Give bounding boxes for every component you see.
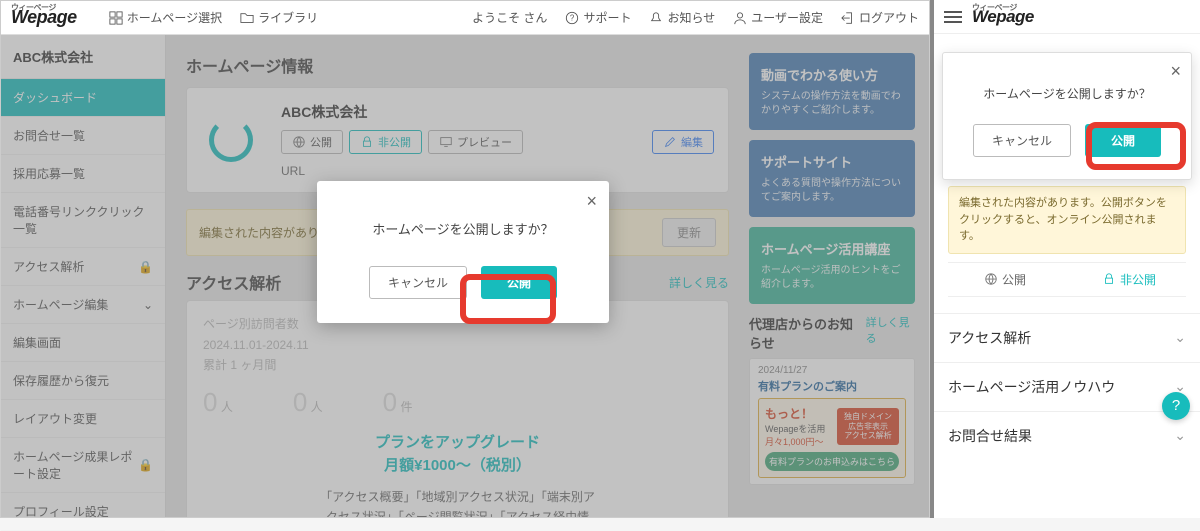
modal-close-button-mobile[interactable]: × <box>1170 61 1181 82</box>
logout-icon <box>841 11 855 25</box>
grid-icon <box>109 11 123 25</box>
chevron-down-icon: ⌄ <box>1174 329 1186 346</box>
status-public-mobile[interactable]: 公開 <box>948 271 1062 288</box>
svg-text:?: ? <box>570 13 575 22</box>
modal-publish-button[interactable]: 公開 <box>481 266 557 299</box>
bell-icon <box>649 11 663 25</box>
welcome-text: ようこそ さん <box>472 9 547 26</box>
modal-message-mobile: ホームページを公開しますか？ <box>957 85 1177 102</box>
mobile-app: ウィーページ Wepage テスト 公開ページ数- ⟳ 更新 編集された内容があ… <box>930 0 1200 518</box>
nav-homepage-select[interactable]: ホームページ選択 <box>109 9 222 26</box>
hamburger-menu-button[interactable] <box>944 11 962 23</box>
nav-user-settings[interactable]: ユーザー設定 <box>733 9 823 26</box>
mobile-top-bar: ウィーページ Wepage <box>934 0 1200 34</box>
modal-cancel-button[interactable]: キャンセル <box>369 266 467 299</box>
desktop-app: ウィーページ Wepage ホームページ選択 ライブラリ ようこそ さん ? サ… <box>0 0 930 518</box>
desktop-top-bar: ウィーページ Wepage ホームページ選択 ライブラリ ようこそ さん ? サ… <box>1 1 929 35</box>
modal-message: ホームページを公開しますか？ <box>337 219 589 238</box>
nav-library[interactable]: ライブラリ <box>240 9 318 26</box>
nav-support[interactable]: ? サポート <box>565 9 631 26</box>
lock-icon <box>1102 272 1116 286</box>
status-private-mobile[interactable]: 非公開 <box>1072 271 1186 288</box>
user-icon <box>733 11 747 25</box>
wepage-logo: ウィーページ Wepage <box>11 7 77 28</box>
wepage-logo-mobile: ウィーページ Wepage <box>972 7 1034 27</box>
help-fab-button[interactable]: ? <box>1162 392 1190 420</box>
help-icon: ? <box>565 11 579 25</box>
nav-notice[interactable]: お知らせ <box>649 9 715 26</box>
accordion-analytics[interactable]: アクセス解析⌄ <box>934 313 1200 362</box>
folder-icon <box>240 11 254 25</box>
modal-cancel-button-mobile[interactable]: キャンセル <box>973 124 1071 157</box>
chevron-down-icon: ⌄ <box>1174 427 1186 444</box>
modal-publish-button-mobile[interactable]: 公開 <box>1085 124 1161 157</box>
edit-notice-mobile: 編集された内容があります。公開ボタンをクリックすると、オンライン公開されます。 <box>948 186 1186 254</box>
nav-logout[interactable]: ログアウト <box>841 9 919 26</box>
publish-confirm-modal: × ホームページを公開しますか？ キャンセル 公開 <box>317 181 609 323</box>
accordion-inquiry-results[interactable]: お問合せ結果⌄ <box>934 411 1200 460</box>
modal-close-button[interactable]: × <box>586 191 597 212</box>
publish-confirm-modal-mobile: × ホームページを公開しますか？ キャンセル 公開 <box>942 52 1192 180</box>
accordion-knowhow[interactable]: ホームページ活用ノウハウ⌄ <box>934 362 1200 411</box>
globe-icon <box>984 272 998 286</box>
